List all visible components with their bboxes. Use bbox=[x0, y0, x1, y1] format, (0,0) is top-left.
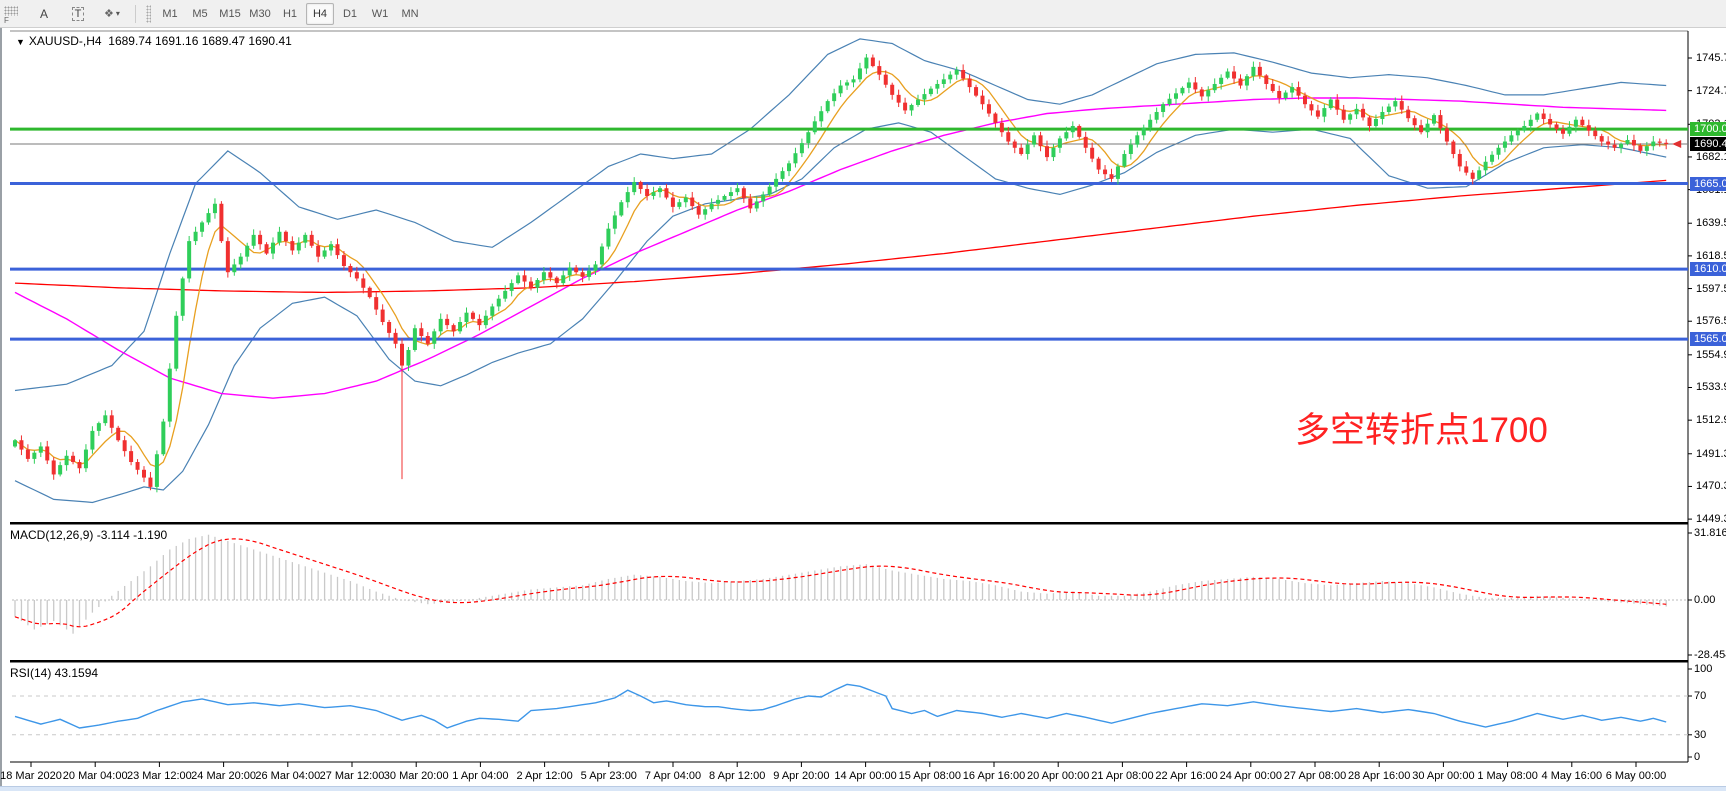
text-label-button[interactable]: T bbox=[62, 3, 94, 25]
shapes-button[interactable]: ❖ ▾ bbox=[96, 3, 128, 25]
timeframe-button-w1[interactable]: W1 bbox=[366, 3, 394, 25]
annotate-button[interactable]: A bbox=[28, 3, 60, 25]
timeframe-button-m30[interactable]: M30 bbox=[246, 3, 274, 25]
timeframe-button-h4[interactable]: H4 bbox=[306, 3, 334, 25]
chevron-down-icon: ▾ bbox=[116, 9, 120, 18]
toolbar-separator bbox=[135, 5, 136, 23]
chart-canvas[interactable] bbox=[2, 28, 1726, 786]
timeframe-button-mn[interactable]: MN bbox=[396, 3, 424, 25]
toolbar: F A T ❖ ▾ M1M5M15M30H1H4D1W1MN bbox=[0, 0, 1726, 28]
timeframe-button-m15[interactable]: M15 bbox=[216, 3, 244, 25]
toolbar-drag-handle-icon[interactable] bbox=[146, 5, 151, 23]
shapes-icon: ❖ bbox=[104, 7, 114, 20]
timeframe-button-m1[interactable]: M1 bbox=[156, 3, 184, 25]
window-bottom-strip bbox=[0, 786, 1726, 791]
timeframe-button-d1[interactable]: D1 bbox=[336, 3, 364, 25]
chart-window: ▼XAUUSD-,H4 1689.74 1691.16 1689.47 1690… bbox=[0, 28, 1726, 786]
timeframe-button-h1[interactable]: H1 bbox=[276, 3, 304, 25]
timeframe-button-m5[interactable]: M5 bbox=[186, 3, 214, 25]
mt4-window: { "toolbar": { "grip_label": "F", "annot… bbox=[0, 0, 1726, 791]
toolbar-drag-handle-icon[interactable]: F bbox=[4, 6, 20, 22]
timeframe-group: M1M5M15M30H1H4D1W1MN bbox=[156, 3, 424, 25]
